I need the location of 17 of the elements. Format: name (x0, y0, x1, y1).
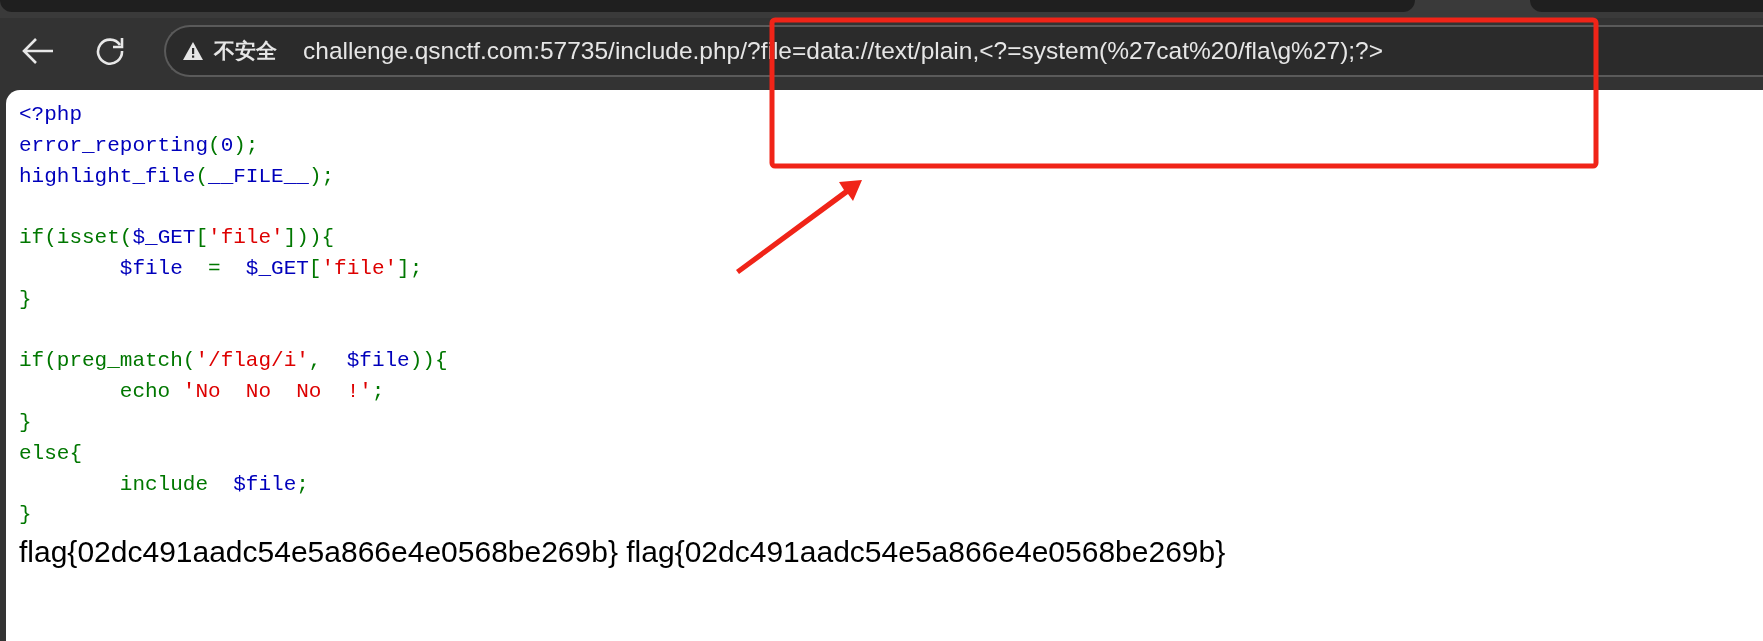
code-line: $file = $_GET['file']; (118, 256, 423, 282)
code-line: } (19, 409, 32, 436)
code-line: <?php (19, 102, 82, 128)
output-text: flag{02dc491aadc54e5a866e4e0568be269b} flag{02dc491aadc54e5a866e4e0568be269b} (19, 535, 1226, 570)
code-line: highlight_file(__FILE__); (19, 163, 335, 190)
code-line: } (19, 286, 32, 313)
code-line: echo 'No No No !'; (118, 379, 385, 406)
code-line: include $file; (118, 471, 309, 498)
code-line: error_reporting(0); (19, 132, 259, 159)
reload-icon (95, 36, 125, 66)
warning-icon (182, 41, 204, 61)
code-line: if(isset($_GET['file'])){ (19, 225, 335, 252)
code-line: } (19, 502, 32, 529)
security-label[interactable]: 不安全 (214, 37, 277, 65)
code-line: else{ (19, 440, 82, 467)
back-arrow-icon (21, 37, 55, 65)
code-line: if(preg_match('/flag/i', $file)){ (19, 348, 448, 375)
